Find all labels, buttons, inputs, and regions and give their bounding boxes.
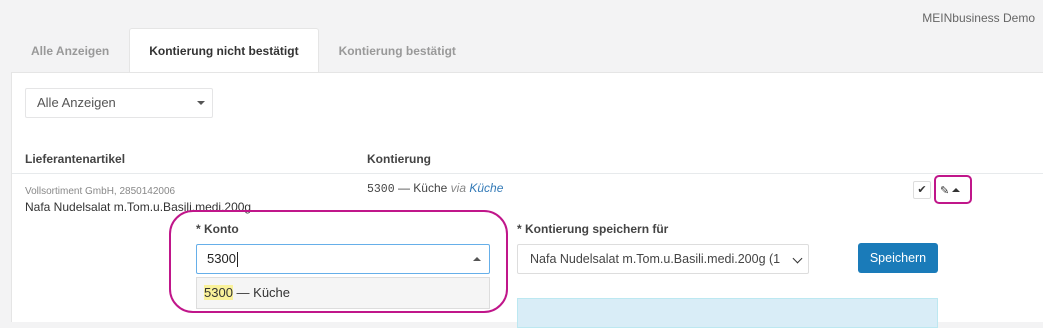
kontierung-value: 5300 — Küche via Küche xyxy=(367,181,503,196)
pencil-icon: ✎ xyxy=(940,184,950,197)
save-button[interactable]: Speichern xyxy=(858,243,938,273)
column-header-kontierung: Kontierung xyxy=(367,152,431,166)
chevron-down-icon xyxy=(792,253,803,264)
tab-alle-anzeigen[interactable]: Alle Anzeigen xyxy=(11,28,129,72)
content-panel: Alle Anzeigen Lieferantenartikel Kontier… xyxy=(11,72,1043,328)
row-divider xyxy=(12,173,1043,174)
via-label: via xyxy=(450,181,466,195)
konto-code: 5300 xyxy=(367,183,395,196)
save-for-select[interactable]: Nafa Nudelsalat m.Tom.u.Basili.medi.200g… xyxy=(517,244,809,274)
text-cursor xyxy=(236,252,238,268)
supplier-info: Vollsortiment GmbH, 2850142006 xyxy=(25,186,176,197)
konto-option-match: 5300 xyxy=(204,285,233,300)
caret-down-icon xyxy=(197,101,205,105)
via-target-link[interactable]: Küche xyxy=(469,181,503,195)
tab-kontierung-nicht-bestaetigt[interactable]: Kontierung nicht bestätigt xyxy=(129,28,319,74)
org-name: MEINbusiness Demo xyxy=(922,11,1035,25)
konto-option-rest: — Küche xyxy=(232,285,291,300)
konto-input[interactable]: 5300 xyxy=(196,244,490,274)
tab-bar: Alle Anzeigen Kontierung nicht bestätigt… xyxy=(11,28,476,74)
konto-option[interactable]: 5300 — Küche xyxy=(196,277,490,309)
confirm-button[interactable]: ✔ xyxy=(913,181,931,199)
tab-kontierung-bestaetigt[interactable]: Kontierung bestätigt xyxy=(319,28,476,72)
edit-toggle-highlight: ✎ xyxy=(934,175,972,204)
konto-name: — Küche xyxy=(397,181,448,195)
edit-button[interactable]: ✎ xyxy=(940,181,968,199)
filter-select[interactable]: Alle Anzeigen xyxy=(25,88,213,118)
save-for-label: * Kontierung speichern für xyxy=(517,222,669,236)
info-box xyxy=(517,298,938,328)
column-header-lieferantenartikel: Lieferantenartikel xyxy=(25,152,126,166)
check-icon: ✔ xyxy=(917,184,927,196)
caret-up-icon xyxy=(473,257,481,261)
filter-select-value: Alle Anzeigen xyxy=(37,95,116,110)
caret-up-icon xyxy=(952,188,961,192)
konto-label: * Konto xyxy=(196,222,239,236)
save-for-value: Nafa Nudelsalat m.Tom.u.Basili.medi.200g… xyxy=(530,252,781,266)
konto-input-value: 5300 xyxy=(207,251,236,266)
